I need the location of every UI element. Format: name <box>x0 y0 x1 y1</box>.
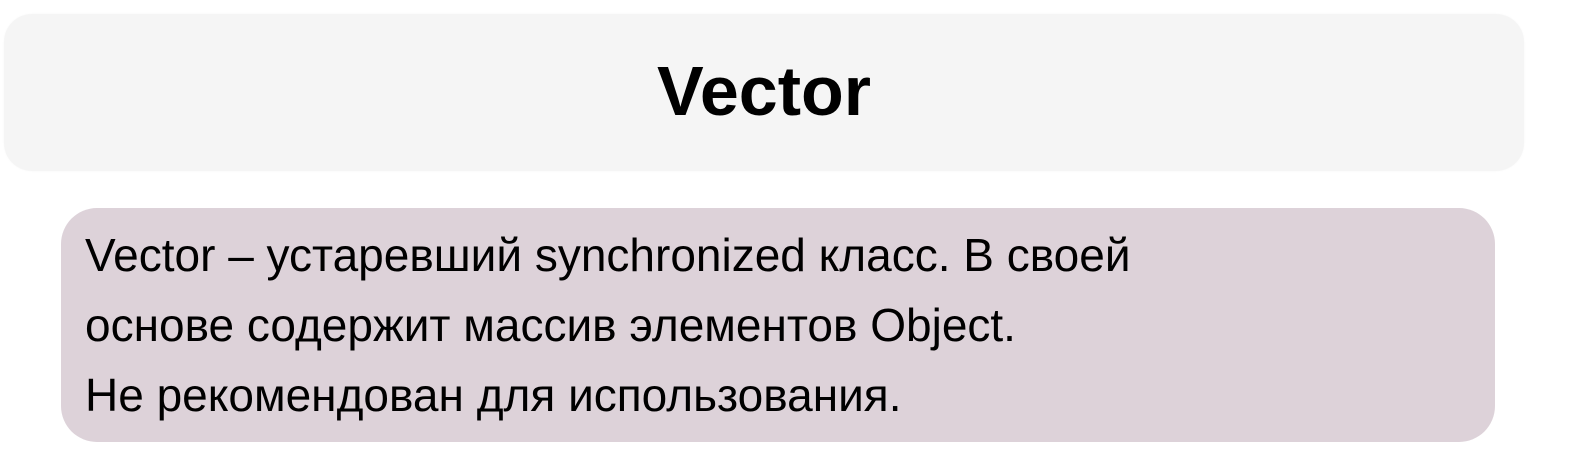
slide: Vector Vector – устаревший synchronized … <box>0 0 1595 454</box>
body-line-1: Vector – устаревший synchronized класс. … <box>85 229 1131 281</box>
title-box: Vector <box>4 14 1524 171</box>
slide-title: Vector <box>657 51 871 130</box>
body-line-2: основе содержит массив элементов Object. <box>85 299 1016 351</box>
body-text-box: Vector – устаревший synchronized класс. … <box>61 208 1495 442</box>
body-line-3: Не рекомендован для использования. <box>85 369 902 421</box>
